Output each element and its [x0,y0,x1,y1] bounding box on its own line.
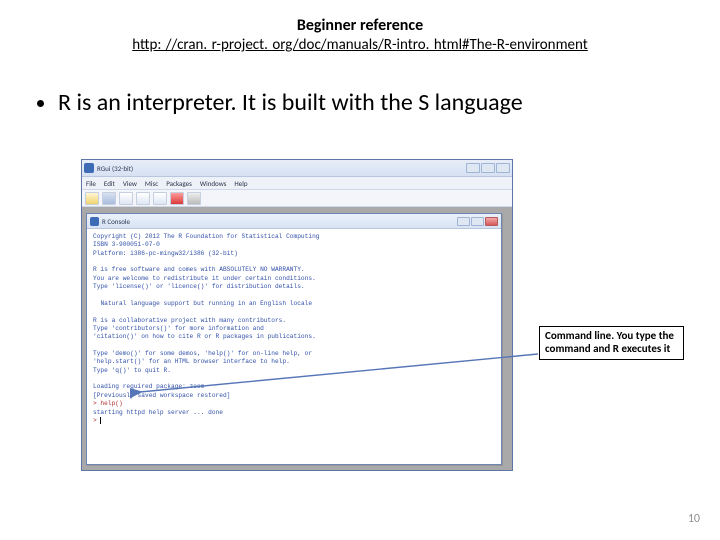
menu-file[interactable]: File [86,179,96,188]
callout-box: Command line. You type the command and R… [539,326,684,360]
menu-packages[interactable]: Packages [166,179,192,188]
toolbar [82,190,512,207]
copy-icon[interactable] [119,192,133,205]
reference-link[interactable]: http: //cran. r-project. org/doc/manuals… [132,36,588,54]
rgui-titlebar: RGui (32-bit) [82,160,512,177]
paste-icon[interactable] [136,192,150,205]
slide-title: Beginner reference [0,16,720,35]
bullet-item: R is an interpreter. It is built with th… [58,88,680,117]
r-logo-icon [90,217,99,226]
menu-edit[interactable]: Edit [104,179,115,188]
r-logo-icon [84,163,94,173]
cursor [100,417,105,424]
minimize-button[interactable] [466,163,480,173]
console-window-controls [457,217,498,226]
rgui-screenshot: RGui (32-bit) File Edit View Misc Packag… [81,159,513,471]
stop-icon[interactable] [170,192,184,205]
console-close-button[interactable] [485,217,498,226]
r-console-window: R Console Copyright (C) 2012 The R Found… [86,213,502,465]
page-number: 10 [688,512,700,526]
console-body[interactable]: Copyright (C) 2012 The R Foundation for … [87,229,501,429]
console-startup-text: Copyright (C) 2012 The R Foundation for … [93,233,320,399]
console-maximize-button[interactable] [471,217,484,226]
console-prompt-cmd: > help() [93,400,123,407]
menu-misc[interactable]: Misc [145,179,158,188]
console-prompt-output: starting httpd help server ... done [93,409,223,416]
rgui-title-text: RGui (32-bit) [97,164,133,173]
menu-view[interactable]: View [123,179,137,188]
menu-help[interactable]: Help [234,179,247,188]
maximize-button[interactable] [481,163,495,173]
copypaste-icon[interactable] [153,192,167,205]
console-title-text: R Console [102,217,130,226]
menubar: File Edit View Misc Packages Windows Hel… [82,177,512,190]
save-icon[interactable] [102,192,116,205]
close-button[interactable] [496,163,510,173]
menu-windows[interactable]: Windows [200,179,227,188]
window-controls [466,163,510,173]
console-titlebar: R Console [87,214,501,229]
console-minimize-button[interactable] [457,217,470,226]
open-icon[interactable] [85,192,99,205]
print-icon[interactable] [187,192,201,205]
